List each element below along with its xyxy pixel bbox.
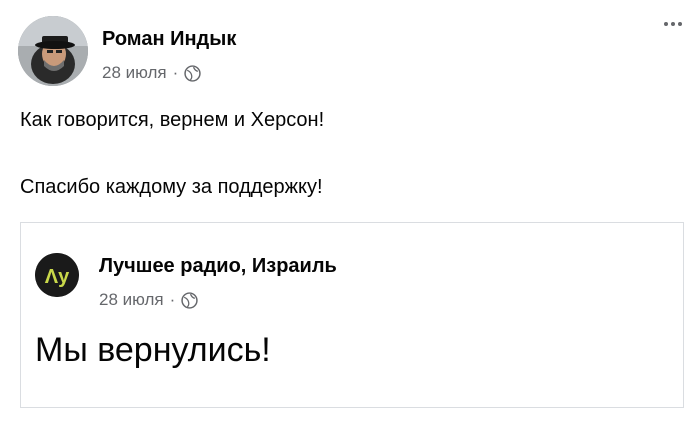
meta-separator: · bbox=[172, 63, 179, 82]
author-avatar[interactable] bbox=[18, 16, 88, 86]
globe-icon bbox=[181, 291, 198, 309]
facebook-post: Роман Индык 28 июля · Как говорится, вер… bbox=[0, 0, 700, 423]
page-name[interactable]: Лучшее радио, Израиль bbox=[99, 255, 337, 278]
post-text-line-2: Спасибо каждому за поддержку! bbox=[20, 176, 323, 198]
shared-post-card[interactable]: Λу Лучшее радио, Израиль 28 июля · Мы ве… bbox=[20, 222, 684, 408]
svg-text:Λу: Λу bbox=[45, 266, 70, 288]
post-meta: 28 июля · bbox=[102, 63, 201, 83]
shared-post-text: Мы вернулись! bbox=[35, 331, 271, 369]
shared-post-meta: 28 июля · bbox=[99, 290, 198, 310]
post-text-line-1: Как говорится, вернем и Херсон! bbox=[20, 109, 325, 131]
author-photo bbox=[18, 16, 88, 86]
more-options-icon[interactable] bbox=[664, 22, 682, 26]
author-name[interactable]: Роман Индык bbox=[102, 28, 236, 51]
shared-post-date[interactable]: 28 июля bbox=[99, 290, 164, 310]
globe-icon bbox=[184, 64, 201, 82]
page-avatar[interactable]: Λу bbox=[35, 253, 79, 297]
radio-logo-icon: Λу bbox=[35, 253, 79, 297]
meta-separator: · bbox=[169, 290, 176, 309]
post-date[interactable]: 28 июля bbox=[102, 63, 167, 83]
